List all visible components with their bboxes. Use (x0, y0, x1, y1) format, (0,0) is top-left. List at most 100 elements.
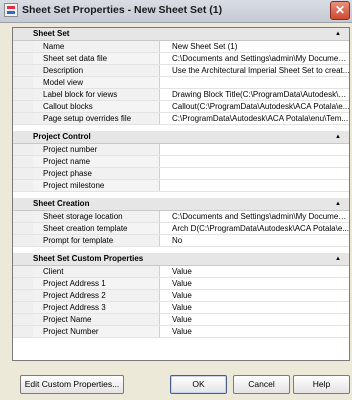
property-row-project-milestone[interactable]: Project milestone (13, 180, 349, 192)
property-name: Label block for views (33, 89, 160, 100)
section-header-project-control[interactable]: Project Control ▲ (13, 131, 349, 144)
property-name: Prompt for template (33, 235, 160, 246)
property-row-sheet-creation-template[interactable]: Sheet creation template Arch D(C:\Program… (13, 223, 349, 235)
property-name: Project name (33, 156, 160, 167)
property-value[interactable] (170, 156, 349, 167)
property-row-client[interactable]: Client Value (13, 266, 349, 278)
property-value[interactable]: Value (170, 290, 349, 301)
property-value[interactable]: C:\Documents and Settings\admin\My Docum… (170, 211, 349, 222)
row-gutter (13, 235, 33, 246)
window-title: Sheet Set Properties - New Sheet Set (1) (22, 4, 223, 16)
row-gutter (13, 156, 33, 167)
ok-button[interactable]: OK (170, 375, 227, 394)
row-gutter (13, 326, 33, 337)
row-gutter (13, 211, 33, 222)
property-value[interactable] (170, 168, 349, 179)
property-row-callout-blocks[interactable]: Callout blocks Callout(C:\ProgramData\Aut… (13, 101, 349, 113)
property-value[interactable]: Value (170, 302, 349, 313)
property-value[interactable]: C:\Documents and Settings\admin\My Docum… (170, 53, 349, 64)
property-value[interactable]: Value (170, 266, 349, 277)
autocad-app-icon (4, 3, 18, 17)
section-header-sheet-set[interactable]: Sheet Set ▲ (13, 28, 349, 41)
property-row-model-view[interactable]: Model view (13, 77, 349, 89)
property-name: Sheet creation template (33, 223, 160, 234)
property-row-page-setup-overrides-file[interactable]: Page setup overrides file C:\ProgramData\… (13, 113, 349, 125)
row-gutter (13, 65, 33, 76)
row-gutter (13, 41, 33, 52)
row-gutter (13, 266, 33, 277)
row-gutter (13, 144, 33, 155)
property-value[interactable]: Value (170, 326, 349, 337)
property-row-label-block-for-views[interactable]: Label block for views Drawing Block Title… (13, 89, 349, 101)
property-name: Project Address 2 (33, 290, 160, 301)
title-bar: Sheet Set Properties - New Sheet Set (1)… (0, 0, 352, 23)
property-name: Name (33, 41, 160, 52)
property-row-project-name[interactable]: Project Name Value (13, 314, 349, 326)
section-rows: Client Value Project Address 1 Value Project… (13, 266, 349, 338)
property-name: Callout blocks (33, 101, 160, 112)
property-value[interactable]: Value (170, 278, 349, 289)
section-rows: Sheet storage location C:\Documents and S… (13, 211, 349, 247)
close-button[interactable]: ✕ (330, 1, 350, 20)
property-value[interactable] (170, 144, 349, 155)
section-header-sheet-creation[interactable]: Sheet Creation ▲ (13, 198, 349, 211)
property-name: Project Name (33, 314, 160, 325)
property-value[interactable]: New Sheet Set (1) (170, 41, 349, 52)
property-name: Client (33, 266, 160, 277)
property-row-prompt-for-template[interactable]: Prompt for template No (13, 235, 349, 247)
collapse-icon[interactable]: ▲ (335, 198, 341, 210)
section-rows: Project number Project name Project phase P… (13, 144, 349, 192)
property-row-project-address-1[interactable]: Project Address 1 Value (13, 278, 349, 290)
row-gutter (13, 168, 33, 179)
property-name: Sheet storage location (33, 211, 160, 222)
row-gutter (13, 101, 33, 112)
property-name: Model view (33, 77, 160, 88)
property-row-project-number[interactable]: Project Number Value (13, 326, 349, 338)
property-row-project-number[interactable]: Project number (13, 144, 349, 156)
section-header-sheet-set-custom-properties[interactable]: Sheet Set Custom Properties ▲ (13, 253, 349, 266)
section-title: Sheet Creation (33, 199, 90, 208)
section-title: Sheet Set (33, 29, 70, 38)
property-value[interactable]: Use the Architectural Imperial Sheet Set… (170, 65, 349, 76)
row-gutter (13, 113, 33, 124)
row-gutter (13, 89, 33, 100)
row-gutter (13, 290, 33, 301)
property-row-sheet-set-data-file[interactable]: Sheet set data file C:\Documents and Sett… (13, 53, 349, 65)
property-row-project-name[interactable]: Project name (13, 156, 349, 168)
property-row-project-address-2[interactable]: Project Address 2 Value (13, 290, 349, 302)
property-name: Project number (33, 144, 160, 155)
property-name: Project Address 1 (33, 278, 160, 289)
property-row-sheet-storage-location[interactable]: Sheet storage location C:\Documents and S… (13, 211, 349, 223)
property-value[interactable]: No (170, 235, 349, 246)
section-title: Project Control (33, 132, 91, 141)
property-row-name[interactable]: Name New Sheet Set (1) (13, 41, 349, 53)
property-name: Sheet set data file (33, 53, 160, 64)
property-name: Project Address 3 (33, 302, 160, 313)
property-row-description[interactable]: Description Use the Architectural Imperia… (13, 65, 349, 77)
help-button[interactable]: Help (293, 375, 350, 394)
row-gutter (13, 180, 33, 191)
property-name: Page setup overrides file (33, 113, 160, 124)
row-gutter (13, 314, 33, 325)
property-value[interactable]: C:\ProgramData\Autodesk\ACA Potala\enu\T… (170, 113, 349, 124)
collapse-icon[interactable]: ▲ (335, 253, 341, 265)
property-value[interactable]: Callout(C:\ProgramData\Autodesk\ACA Pota… (170, 101, 349, 112)
property-row-project-phase[interactable]: Project phase (13, 168, 349, 180)
property-row-project-address-3[interactable]: Project Address 3 Value (13, 302, 349, 314)
cancel-button[interactable]: Cancel (233, 375, 290, 394)
property-value[interactable] (170, 77, 349, 88)
property-value[interactable]: Drawing Block Title(C:\ProgramData\Autod… (170, 89, 349, 100)
section-title: Sheet Set Custom Properties (33, 254, 144, 263)
row-gutter (13, 53, 33, 64)
row-gutter (13, 302, 33, 313)
collapse-icon[interactable]: ▲ (335, 131, 341, 143)
property-value[interactable] (170, 180, 349, 191)
property-name: Project Number (33, 326, 160, 337)
property-value[interactable]: Arch D(C:\ProgramData\Autodesk\ACA Potal… (170, 223, 349, 234)
property-value[interactable]: Value (170, 314, 349, 325)
edit-custom-properties-button[interactable]: Edit Custom Properties... (20, 375, 124, 394)
row-gutter (13, 77, 33, 88)
property-name: Project phase (33, 168, 160, 179)
collapse-icon[interactable]: ▲ (335, 28, 341, 40)
property-grid: Sheet Set ▲ Name New Sheet Set (1) Sheet set… (12, 27, 350, 361)
